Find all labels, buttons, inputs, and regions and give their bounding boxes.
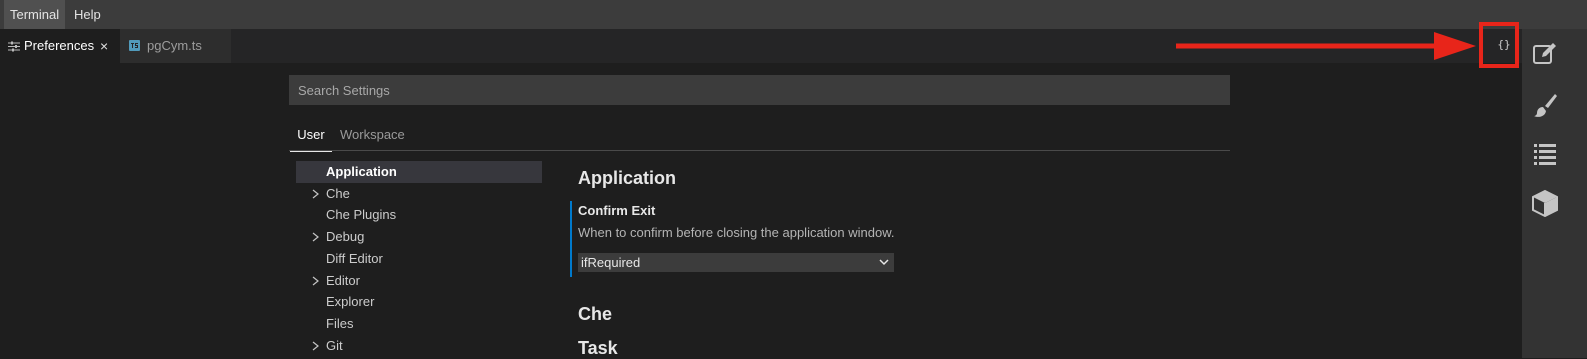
- tab-preferences[interactable]: Preferences ×: [0, 29, 120, 63]
- tree-item-editor[interactable]: Editor: [296, 270, 542, 292]
- tree-item-files[interactable]: Files: [296, 313, 542, 335]
- tree-item-label: Explorer: [326, 294, 375, 309]
- tree-item-diff-editor[interactable]: Diff Editor: [296, 248, 542, 270]
- tab-close-button[interactable]: ×: [100, 29, 108, 63]
- select-value: ifRequired: [581, 255, 641, 270]
- tab-workspace[interactable]: Workspace: [340, 127, 405, 151]
- right-activity-bar: [1522, 29, 1587, 358]
- tab-label: pgCym.ts: [147, 38, 202, 53]
- chevron-right-icon: [312, 276, 319, 286]
- menu-terminal[interactable]: Terminal: [4, 0, 66, 29]
- tab-label: Preferences: [24, 38, 95, 53]
- tree-item-explorer[interactable]: Explorer: [296, 291, 542, 313]
- cube-icon[interactable]: [1531, 189, 1559, 217]
- open-json-settings-button[interactable]: {}: [1491, 35, 1517, 55]
- tree-item-label: Editor: [326, 273, 360, 288]
- tree-item-label: Files: [326, 316, 354, 331]
- paint-brush-icon[interactable]: [1531, 91, 1559, 119]
- tree-item-label: Git: [326, 338, 343, 353]
- list-icon[interactable]: [1531, 139, 1559, 167]
- tree-item-che[interactable]: Che: [296, 183, 542, 205]
- chevron-right-icon: [312, 341, 319, 351]
- tree-item-label: Application: [326, 164, 397, 179]
- typescript-file-icon: [129, 40, 140, 51]
- setting-description: When to confirm before closing the appli…: [578, 225, 895, 240]
- setting-title: Confirm Exit: [578, 203, 656, 218]
- tree-item-git[interactable]: Git: [296, 335, 542, 357]
- search-settings-input[interactable]: [289, 75, 1230, 105]
- annotation-arrow-icon: [1176, 32, 1476, 60]
- tree-item-application[interactable]: Application: [296, 161, 542, 183]
- chevron-right-icon: [312, 232, 319, 242]
- menu-bar: Terminal Help: [0, 0, 1587, 29]
- section-title-che: Che: [578, 304, 613, 324]
- menu-help[interactable]: Help: [68, 0, 107, 29]
- tab-pgcym-ts[interactable]: pgCym.ts: [120, 29, 231, 63]
- confirm-exit-select[interactable]: ifRequired: [578, 253, 894, 272]
- tab-user[interactable]: User: [290, 127, 332, 152]
- setting-focus-indicator: [570, 201, 572, 277]
- section-title-task: Task: [578, 338, 618, 358]
- preferences-icon: [8, 41, 20, 52]
- edit-icon[interactable]: [1531, 40, 1559, 68]
- tree-item-label: Che: [326, 186, 350, 201]
- section-title-application: Application: [578, 168, 676, 188]
- scope-tabs-divider: [289, 150, 1230, 151]
- tree-item-label: Che Plugins: [326, 207, 397, 222]
- tree-item-che-plugins[interactable]: Che Plugins: [296, 204, 542, 226]
- tree-item-debug[interactable]: Debug: [296, 226, 542, 248]
- chevron-down-icon: [879, 259, 889, 266]
- chevron-right-icon: [312, 189, 319, 199]
- tree-item-label: Debug: [326, 229, 365, 244]
- tree-item-label: Diff Editor: [326, 251, 383, 266]
